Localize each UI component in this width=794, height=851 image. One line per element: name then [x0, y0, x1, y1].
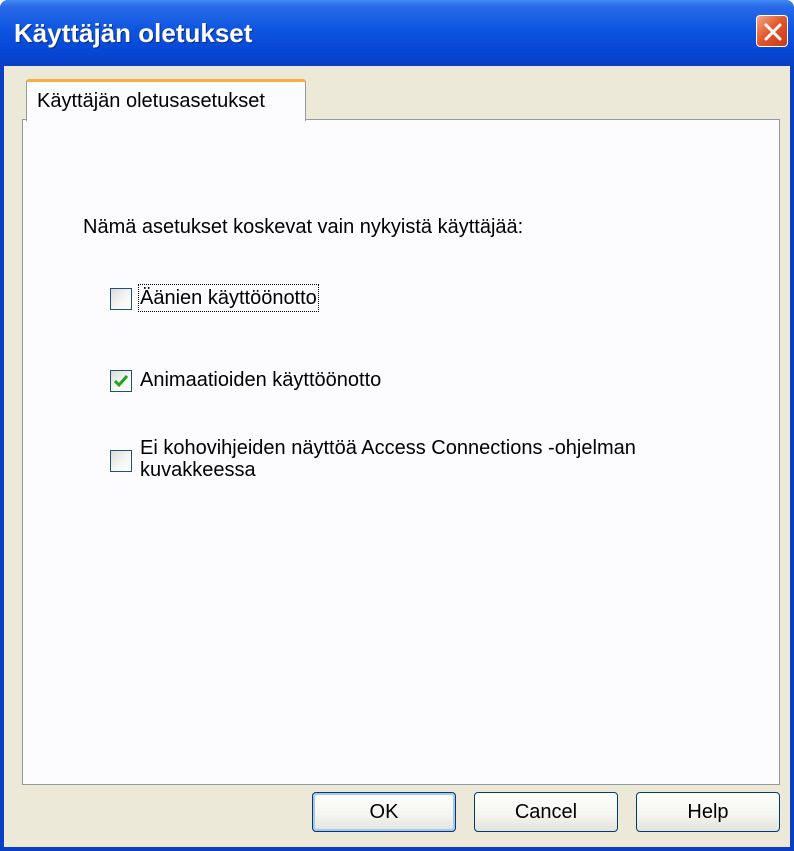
ok-button[interactable]: OK: [312, 792, 456, 832]
tooltips-label-line1: Ei kohovihjeiden näyttöä Access Connecti…: [140, 437, 636, 459]
intro-text: Nämä asetukset koskevat vain nykyistä kä…: [83, 216, 524, 238]
window-title: Käyttäjän oletukset: [14, 18, 253, 48]
tab-user-defaults[interactable]: Käyttäjän oletusasetukset: [26, 79, 306, 121]
tab-panel: Nämä asetukset koskevat vain nykyistä kä…: [22, 119, 780, 785]
tooltips-label-line2: kuvakkeessa: [140, 459, 256, 481]
animations-label: Animaatioiden käyttöönotto: [140, 369, 382, 391]
tab-label: Käyttäjän oletusasetukset: [37, 90, 265, 112]
animations-checkbox[interactable]: [110, 370, 132, 392]
sounds-label: Äänien käyttöönotto: [138, 284, 319, 312]
help-button[interactable]: Help: [636, 792, 780, 832]
title-bar[interactable]: Käyttäjän oletukset: [0, 0, 794, 66]
sounds-checkbox[interactable]: [110, 288, 132, 310]
close-button[interactable]: [756, 15, 788, 47]
dialog-body: Käyttäjän oletusasetukset Nämä asetukset…: [4, 66, 790, 847]
cancel-button[interactable]: Cancel: [474, 792, 618, 832]
tooltips-checkbox[interactable]: [110, 450, 132, 472]
close-icon: [764, 23, 782, 41]
dialog-window: Käyttäjän oletukset Käyttäjän oletusaset…: [0, 0, 794, 851]
checkmark-icon: [113, 375, 129, 388]
